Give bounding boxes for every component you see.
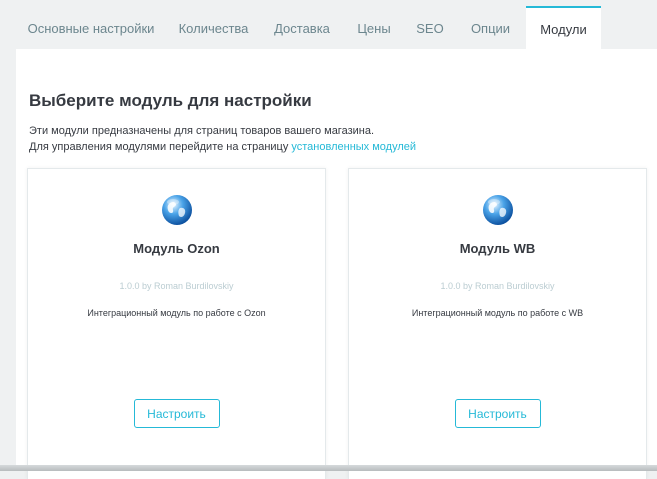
page-description: Эти модули предназначены для страниц тов… xyxy=(29,123,416,155)
configure-button-wb[interactable]: Настроить xyxy=(454,399,541,428)
tab-modules[interactable]: Модули xyxy=(526,6,601,49)
tab-shipping[interactable]: Доставка xyxy=(261,6,343,49)
module-description: Интеграционный модуль по работе с WB xyxy=(411,308,584,318)
page-title: Выберите модуль для настройки xyxy=(29,91,312,110)
tab-quantities[interactable]: Количества xyxy=(166,6,261,49)
module-card-ozon: Модуль Ozon 1.0.0 by Roman Burdilovskiy … xyxy=(27,168,326,479)
tab-prices[interactable]: Цены xyxy=(343,6,405,49)
module-title: Модуль WB xyxy=(459,241,536,256)
module-card-wb: Модуль WB 1.0.0 by Roman Burdilovskiy Ин… xyxy=(348,168,647,479)
installed-modules-link[interactable]: установленных модулей xyxy=(291,141,416,153)
module-version: 1.0.0 by Roman Burdilovskiy xyxy=(440,281,555,291)
globe-icon xyxy=(482,195,513,225)
module-title: Модуль Ozon xyxy=(133,241,220,256)
module-description: Интеграционный модуль по работе с Ozon xyxy=(87,308,266,318)
description-line-2-text: Для управления модулями перейдите на стр… xyxy=(29,141,292,153)
description-line-1: Эти модули предназначены для страниц тов… xyxy=(29,125,375,137)
tab-seo[interactable]: SEO xyxy=(405,6,455,49)
description-line-2: Для управления модулями перейдите на стр… xyxy=(29,139,416,155)
tab-basic-settings[interactable]: Основные настройки xyxy=(16,6,166,49)
module-version: 1.0.0 by Roman Burdilovskiy xyxy=(119,281,234,291)
modules-panel: Выберите модуль для настройки Эти модули… xyxy=(16,49,657,479)
tab-options[interactable]: Опции xyxy=(455,6,526,49)
bottom-shadow-bar xyxy=(0,465,657,471)
configure-button-ozon[interactable]: Настроить xyxy=(133,399,220,428)
globe-icon xyxy=(161,195,192,225)
product-tabs: Основные настройки Количества Доставка Ц… xyxy=(16,6,657,49)
